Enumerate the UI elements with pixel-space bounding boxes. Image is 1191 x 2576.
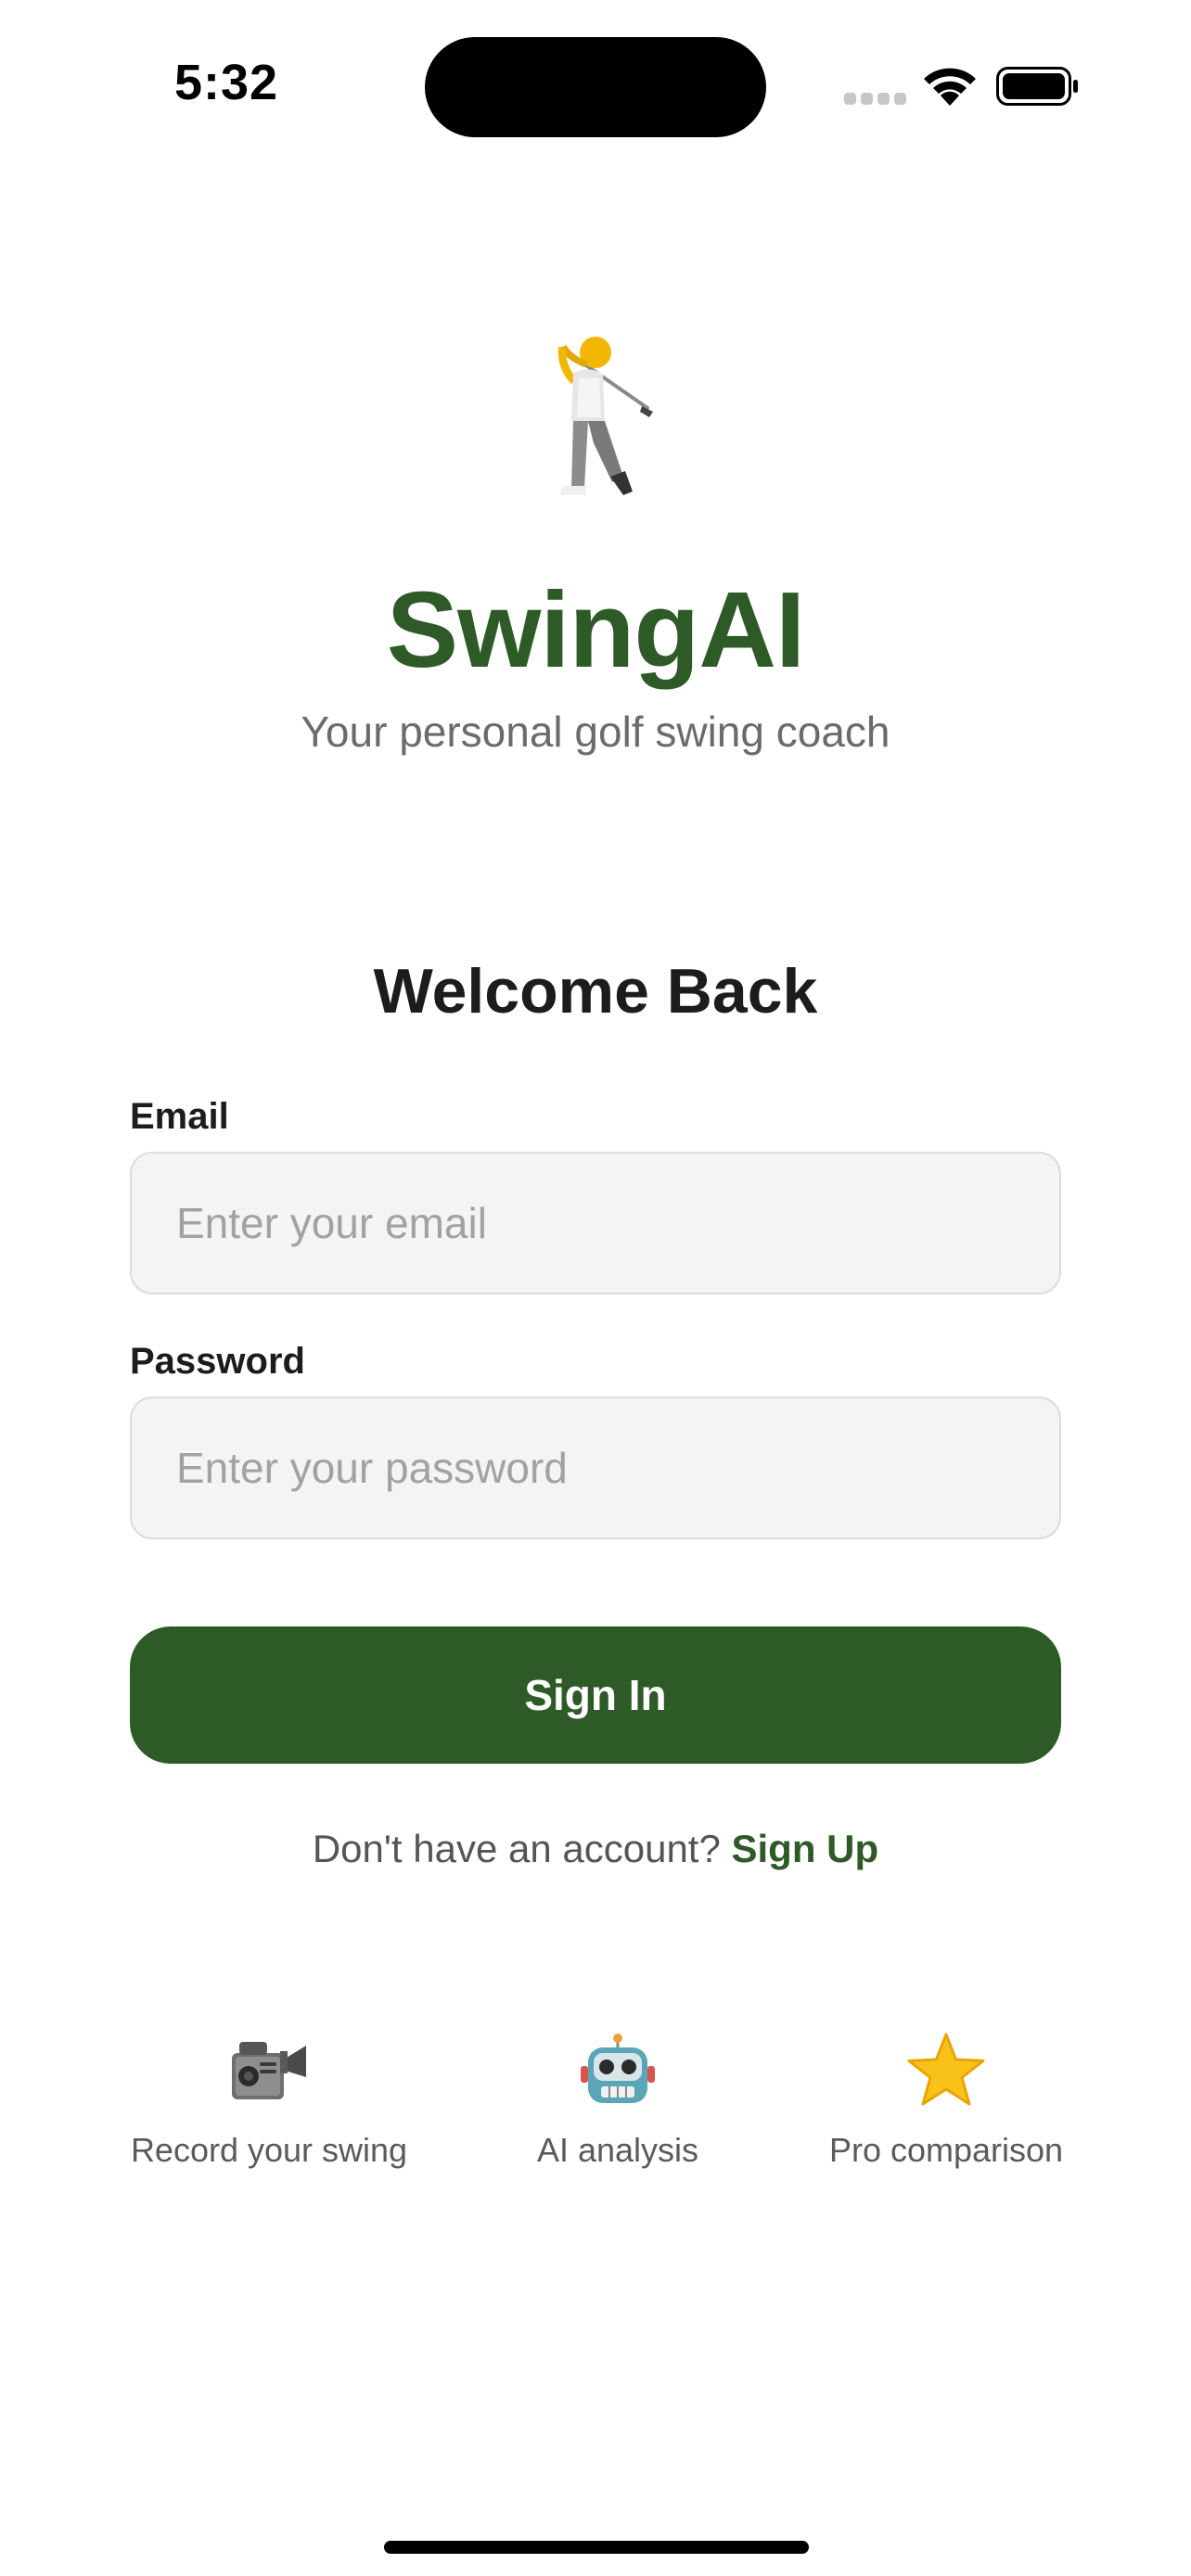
feature-label: Pro comparison [828,2131,1064,2169]
password-field[interactable] [130,1396,1061,1539]
feature-label: AI analysis [536,2131,699,2169]
feature-pro-comparison: Pro comparison [816,2033,1076,2170]
video-camera-icon [232,2042,306,2099]
password-label: Password [130,1341,305,1382]
star-icon [907,2033,985,2106]
robot-icon [581,2034,655,2103]
home-indicator[interactable] [384,2541,809,2554]
signup-prompt-row: Don't have an account? Sign Up [0,1827,1191,1871]
app-tagline: Your personal golf swing coach [301,708,890,756]
sign-in-button[interactable]: Sign In [130,1626,1061,1764]
dynamic-island [425,37,766,137]
signup-prompt-text: Don't have an account? [312,1827,721,1870]
feature-ai-analysis: AI analysis [516,2033,720,2170]
signup-link[interactable]: Sign Up [732,1827,879,1870]
feature-label: Record your swing [130,2131,408,2169]
wifi-icon [924,68,976,106]
golfer-icon [557,337,653,495]
welcome-heading: Welcome Back [373,956,818,1027]
email-label: Email [130,1096,229,1137]
battery-icon [996,67,1078,106]
feature-record-swing: Record your swing [126,2033,412,2170]
cellular-signal-icon [844,93,907,106]
email-field[interactable] [130,1152,1061,1294]
app-title: SwingAI [386,569,806,690]
status-time: 5:32 [174,55,279,110]
login-screen: 5:32 SwingAI Your personal golf swing co… [0,0,1191,2576]
